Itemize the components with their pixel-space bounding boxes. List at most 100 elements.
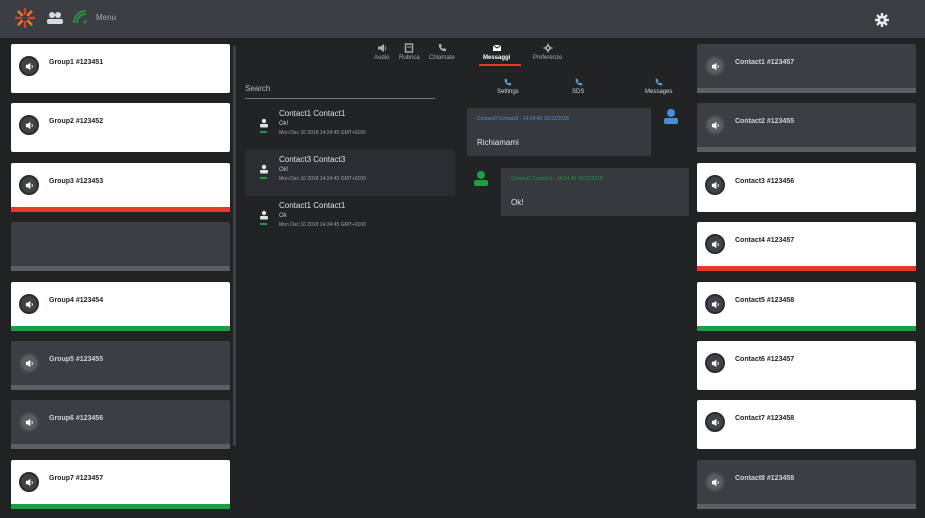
conversation-time: Mon Dec 10 2018 14:24:45 GMT+0100 bbox=[279, 130, 366, 136]
contact-avatar-icon bbox=[664, 109, 678, 124]
tab-messaggi[interactable]: Messaggi bbox=[483, 43, 510, 61]
speaker-icon bbox=[25, 122, 33, 130]
contact-label: Contact3 #123456 bbox=[735, 177, 795, 185]
status-bar bbox=[11, 325, 230, 331]
tab-label: Preferenze bbox=[533, 55, 563, 61]
online-indicator bbox=[260, 177, 267, 179]
ptt-button[interactable] bbox=[19, 115, 39, 136]
message-body: Ok! bbox=[511, 198, 524, 207]
ptt-button[interactable] bbox=[705, 293, 725, 314]
speaker-icon bbox=[25, 62, 33, 71]
subtab-sds[interactable]: SDS bbox=[572, 78, 584, 95]
conversation-name: Contact3 Contact3 bbox=[279, 155, 346, 164]
ptt-button[interactable] bbox=[705, 56, 725, 76]
subtab-label: SDS bbox=[572, 89, 585, 95]
ptt-button[interactable] bbox=[19, 174, 39, 195]
ptt-button[interactable] bbox=[705, 234, 725, 255]
tab-rubrica[interactable]: Rubrica bbox=[399, 43, 420, 61]
address-book-icon bbox=[405, 43, 414, 53]
ptt-button[interactable] bbox=[705, 174, 725, 195]
contact-card[interactable]: Contact4 #123457 bbox=[697, 222, 916, 272]
conversation-name: Contact1 Contact1 bbox=[279, 201, 346, 210]
people-icon[interactable] bbox=[46, 11, 64, 25]
sunburst-logo-icon[interactable] bbox=[14, 7, 36, 29]
ptt-button[interactable] bbox=[705, 471, 725, 492]
ptt-button[interactable] bbox=[705, 115, 725, 136]
contact-card[interactable]: Contact1 #123457 bbox=[697, 44, 916, 93]
ptt-button[interactable] bbox=[705, 412, 725, 433]
conversation-item[interactable]: Contact1 Contact1 Ok! Mon Dec 10 2018 14:2… bbox=[245, 104, 455, 150]
gear-icon[interactable] bbox=[875, 13, 889, 27]
group-card[interactable]: Group1 #123451 bbox=[11, 44, 230, 93]
speaker-icon bbox=[711, 478, 719, 486]
conversation-preview: Ok! bbox=[279, 121, 289, 127]
contact-card[interactable]: Contact6 #123457 bbox=[697, 341, 916, 390]
group-label: Group1 #123451 bbox=[49, 59, 104, 66]
group-card[interactable]: Group4 #123454 bbox=[11, 281, 230, 331]
message-header: Contact1 Contact1 - 14:24:45 10/12/2018 bbox=[511, 176, 603, 182]
group-card[interactable] bbox=[11, 222, 230, 272]
status-bar bbox=[697, 325, 916, 331]
user-icon bbox=[260, 164, 268, 174]
speaker-icon bbox=[25, 478, 33, 486]
contact-card[interactable]: Contact7 #123458 bbox=[697, 400, 916, 450]
ptt-button[interactable] bbox=[19, 353, 39, 373]
subtab-messages[interactable]: Messages bbox=[645, 78, 672, 95]
contact-label: Contact1 #123457 bbox=[735, 59, 795, 66]
group-card[interactable]: Group2 #123452 bbox=[11, 103, 230, 153]
ptt-button[interactable] bbox=[19, 471, 39, 492]
speaker-icon bbox=[711, 359, 719, 368]
speaker-icon bbox=[711, 181, 719, 189]
contact-card[interactable]: Contact3 #123456 bbox=[697, 162, 916, 212]
ptt-button[interactable] bbox=[19, 56, 39, 76]
group-label: Group7 #123457 bbox=[49, 474, 104, 482]
conversation-item[interactable]: Contact3 Contact3 Ok! Mon Dec 10 2018 14:2… bbox=[245, 150, 455, 196]
tab-audio[interactable]: Audio bbox=[374, 43, 389, 61]
conversation-preview: Ok bbox=[279, 213, 287, 219]
group-card[interactable]: Group6 #123456 bbox=[11, 400, 230, 450]
status-bar bbox=[11, 385, 230, 390]
main-panel: Audio Rubrica Chiamate Messaggi Preferenze S… bbox=[239, 38, 691, 518]
wifi-signal-icon[interactable] bbox=[72, 9, 88, 25]
speaker-icon bbox=[25, 300, 33, 308]
status-bar bbox=[11, 266, 230, 272]
tab-chiamate[interactable]: Chiamate bbox=[429, 43, 455, 61]
speaker-icon bbox=[25, 181, 33, 189]
group-card[interactable]: Group3 #123453 bbox=[11, 162, 230, 212]
contact-label: Contact2 #123455 bbox=[735, 118, 795, 126]
top-bar: Menu bbox=[0, 0, 925, 38]
group-card[interactable]: Group7 #123457 bbox=[11, 459, 230, 509]
conversation-preview: Ok! bbox=[279, 167, 289, 173]
contact-label: Contact8 #123458 bbox=[735, 474, 795, 482]
online-indicator bbox=[260, 223, 267, 225]
status-bar bbox=[697, 147, 916, 153]
ptt-button[interactable] bbox=[19, 293, 39, 314]
tab-label: Rubrica bbox=[399, 55, 420, 61]
ptt-button[interactable] bbox=[705, 353, 725, 373]
contact-label: Contact5 #123458 bbox=[735, 296, 795, 304]
group-label: Group2 #123452 bbox=[49, 118, 104, 126]
subtab-label: Settings bbox=[497, 89, 519, 95]
contact-card[interactable]: Contact8 #123458 bbox=[697, 459, 916, 509]
menu-label[interactable]: Menu bbox=[96, 13, 116, 22]
active-tab-indicator bbox=[479, 64, 521, 66]
status-bar bbox=[11, 206, 230, 212]
status-bar bbox=[697, 266, 916, 272]
tab-label: Audio bbox=[374, 55, 390, 61]
contact-card[interactable]: Contact5 #123458 bbox=[697, 281, 916, 331]
conversation-item[interactable]: Contact1 Contact1 Ok Mon Dec 10 2018 14:24… bbox=[245, 196, 455, 242]
speaker-icon bbox=[711, 122, 719, 130]
subtab-settings[interactable]: Settings bbox=[497, 78, 519, 95]
speaker-icon bbox=[711, 241, 719, 249]
ptt-button[interactable] bbox=[19, 412, 39, 433]
message-bubble: Contact1 Contact1 - 14:24:45 10/12/2018 O… bbox=[501, 168, 689, 216]
tab-preferenze[interactable]: Preferenze bbox=[533, 43, 562, 61]
subtab-label: Messages bbox=[645, 89, 673, 95]
scrollbar[interactable] bbox=[233, 46, 236, 446]
speaker-icon bbox=[711, 419, 719, 427]
group-card[interactable]: Group5 #123455 bbox=[11, 341, 230, 390]
status-bar bbox=[697, 503, 916, 509]
search-input[interactable]: Search bbox=[245, 84, 435, 99]
contact-card[interactable]: Contact2 #123455 bbox=[697, 103, 916, 153]
conversation-name: Contact1 Contact1 bbox=[279, 109, 346, 118]
